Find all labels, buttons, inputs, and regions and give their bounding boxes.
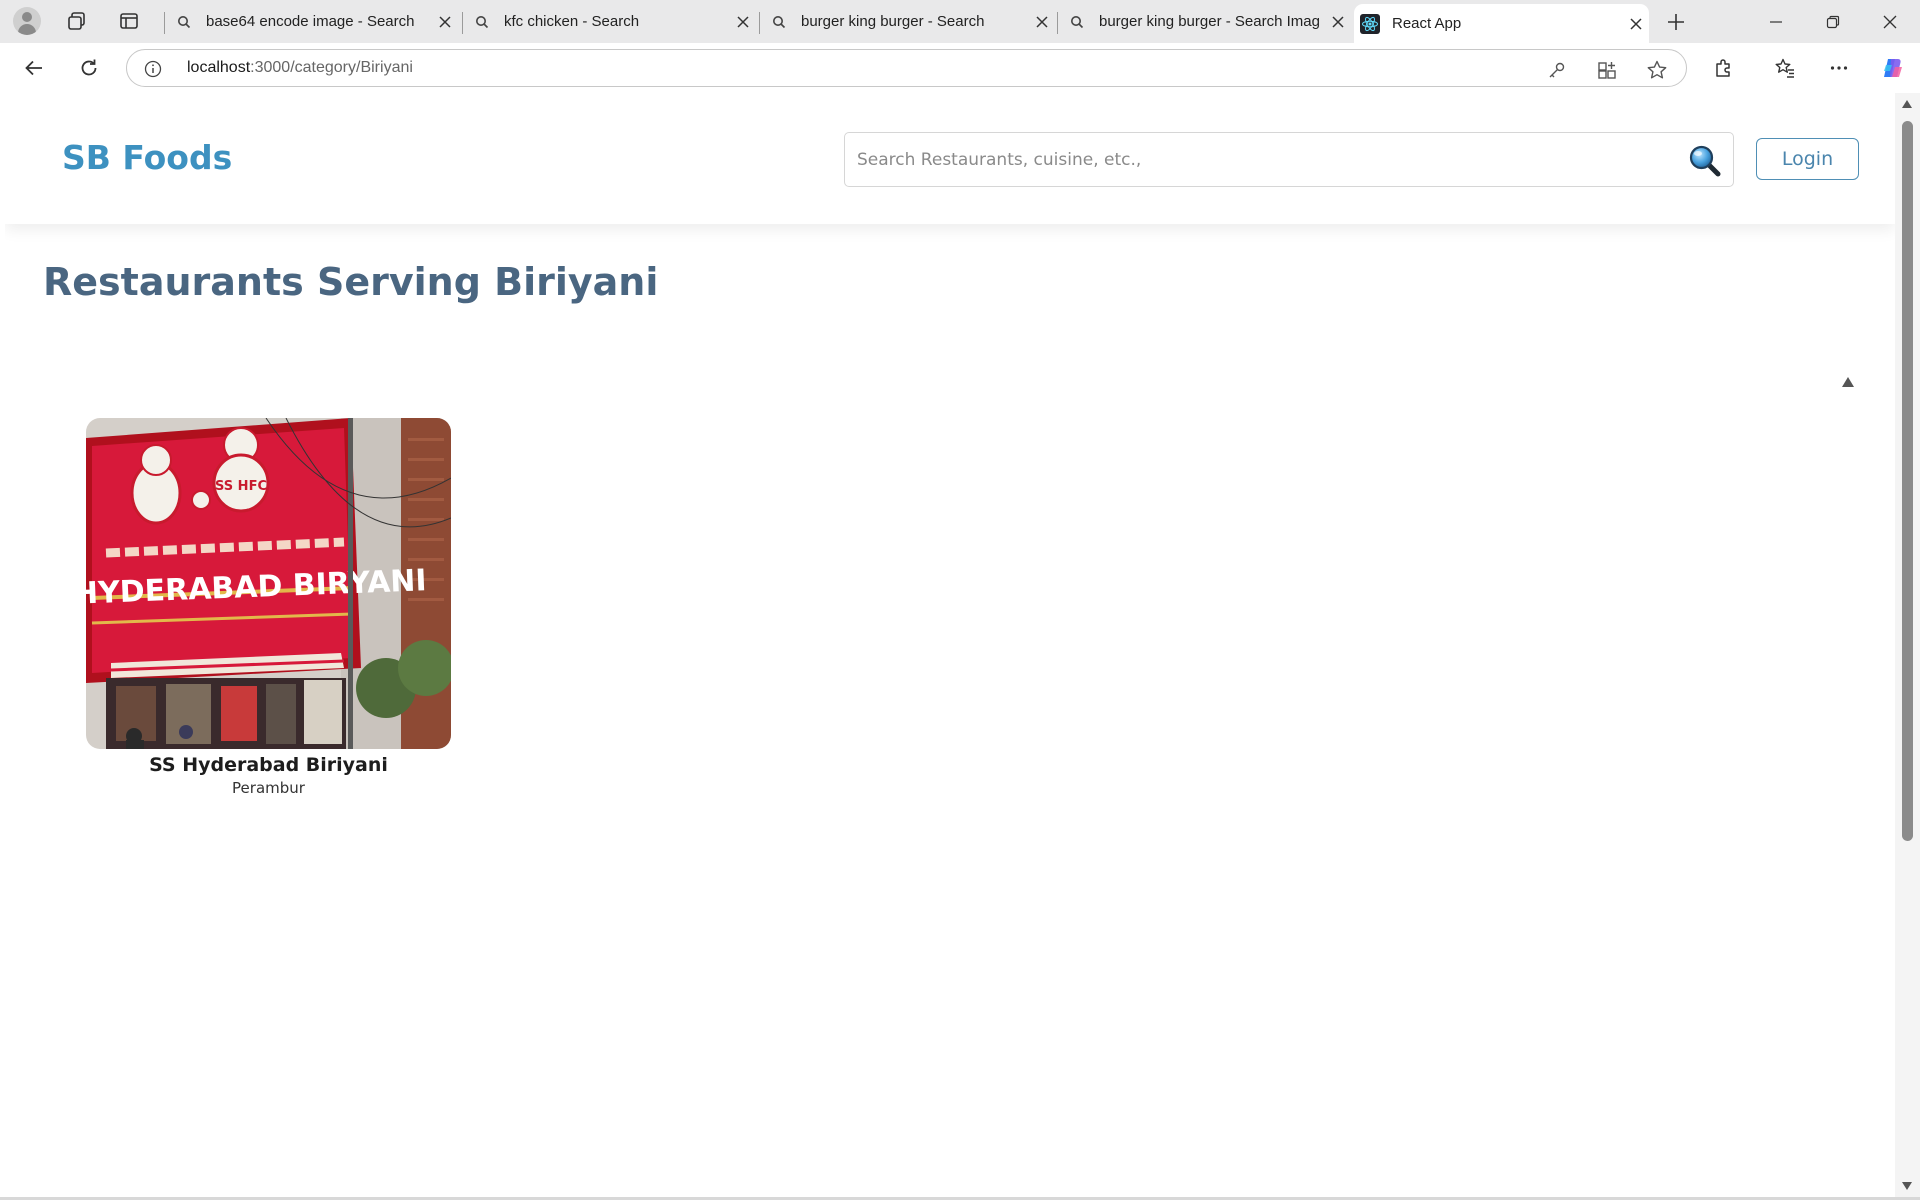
- storefront-logo-text: SS HFC: [215, 479, 267, 494]
- close-tab-icon[interactable]: [1029, 9, 1055, 35]
- restore-icon: [1826, 15, 1840, 28]
- restaurant-image[interactable]: SS HFC SS HYDERABAD BIRYANI: [86, 418, 451, 749]
- tab-label: burger king burger - Search: [801, 13, 985, 30]
- tab-label: burger king burger - Search Imag: [1099, 13, 1320, 30]
- brand-logo[interactable]: SB Foods: [62, 138, 232, 177]
- address-bar[interactable]: localhost:3000/category/Biriyani: [126, 49, 1687, 87]
- tab-burger-king-images[interactable]: burger king burger - Search Imag: [1061, 4, 1351, 39]
- copilot-button[interactable]: [1875, 50, 1911, 86]
- restaurant-storefront-image: SS HFC SS HYDERABAD BIRYANI: [86, 418, 451, 749]
- search-icon: [763, 15, 795, 29]
- copilot-icon: [1884, 59, 1902, 77]
- favorites-list-icon: [1775, 58, 1794, 78]
- tab-actions-icon: [120, 13, 138, 29]
- page-scrollbar[interactable]: [1895, 93, 1920, 1197]
- react-icon: [1354, 13, 1386, 34]
- tab-burger-king-search[interactable]: burger king burger - Search: [763, 4, 1055, 39]
- minimize-button[interactable]: [1748, 0, 1804, 43]
- reload-button[interactable]: [71, 50, 107, 86]
- close-tab-icon[interactable]: [432, 9, 458, 35]
- tab-separator: [462, 12, 463, 34]
- inner-scroll-up-arrow-icon[interactable]: [1841, 376, 1855, 388]
- search-icon: [1061, 15, 1093, 29]
- search-icon: [168, 15, 200, 29]
- restaurant-card[interactable]: SS HFC SS HYDERABAD BIRYANI: [86, 418, 451, 797]
- url-path: :3000/category/Biriyani: [250, 59, 413, 76]
- scrollbar-thumb[interactable]: [1902, 121, 1913, 841]
- new-tab-button[interactable]: [1660, 7, 1692, 37]
- plus-icon: [1668, 14, 1684, 30]
- favorite-star-icon[interactable]: [1644, 57, 1670, 83]
- search-button[interactable]: [1687, 143, 1723, 179]
- login-button[interactable]: Login: [1756, 138, 1859, 180]
- app-available-icon[interactable]: [1594, 57, 1620, 83]
- site-header: SB Foods Login: [5, 93, 1895, 224]
- browser-tab-strip: base64 encode image - Search kfc chicken…: [0, 0, 1920, 43]
- password-key-icon[interactable]: [1544, 57, 1570, 83]
- back-arrow-icon: [25, 60, 42, 76]
- browser-toolbar: localhost:3000/category/Biriyani: [0, 43, 1920, 93]
- tab-separator: [164, 12, 165, 34]
- search-icon: [466, 15, 498, 29]
- close-tab-icon[interactable]: [1325, 9, 1351, 35]
- tab-separator: [759, 12, 760, 34]
- scroll-down-arrow-icon[interactable]: [1901, 1181, 1913, 1191]
- puzzle-icon: [1716, 59, 1730, 77]
- page-viewport: SB Foods Login: [5, 93, 1895, 1197]
- tab-react-app[interactable]: React App: [1354, 4, 1649, 43]
- tab-base64-search[interactable]: base64 encode image - Search: [168, 4, 458, 39]
- back-button[interactable]: [16, 50, 52, 86]
- tab-label: base64 encode image - Search: [206, 13, 415, 30]
- url-host: localhost: [187, 59, 251, 76]
- close-tab-icon[interactable]: [730, 9, 756, 35]
- url-text: localhost:3000/category/Biriyani: [187, 59, 413, 77]
- more-dots-icon: [1830, 66, 1848, 70]
- profile-button[interactable]: [8, 6, 46, 36]
- close-tab-icon[interactable]: [1623, 11, 1649, 37]
- more-menu-button[interactable]: [1821, 50, 1857, 86]
- favorites-button[interactable]: [1767, 50, 1803, 86]
- search-box: [844, 132, 1734, 187]
- tab-label: kfc chicken - Search: [504, 13, 640, 30]
- site-info-icon[interactable]: [143, 59, 163, 79]
- extensions-button[interactable]: [1706, 50, 1742, 86]
- magnifier-search-icon: [1689, 145, 1721, 177]
- restore-button[interactable]: [1805, 0, 1861, 43]
- page-title: Restaurants Serving Biriyani: [43, 260, 659, 304]
- tab-separator: [1057, 12, 1058, 34]
- workspaces-button[interactable]: [62, 8, 92, 34]
- tab-actions-button[interactable]: [114, 8, 144, 34]
- close-icon: [1883, 15, 1897, 28]
- profile-avatar-icon: [13, 7, 41, 35]
- close-window-button[interactable]: [1862, 0, 1918, 43]
- reload-icon: [81, 59, 97, 76]
- scroll-up-arrow-icon[interactable]: [1901, 99, 1913, 109]
- restaurant-name[interactable]: SS Hyderabad Biriyani: [86, 754, 451, 776]
- tab-label: React App: [1392, 15, 1462, 32]
- minimize-icon: [1770, 20, 1782, 23]
- restaurant-area: Perambur: [232, 779, 305, 797]
- tab-kfc-search[interactable]: kfc chicken - Search: [466, 4, 756, 39]
- workspaces-icon: [68, 12, 85, 30]
- search-input[interactable]: [857, 133, 1657, 186]
